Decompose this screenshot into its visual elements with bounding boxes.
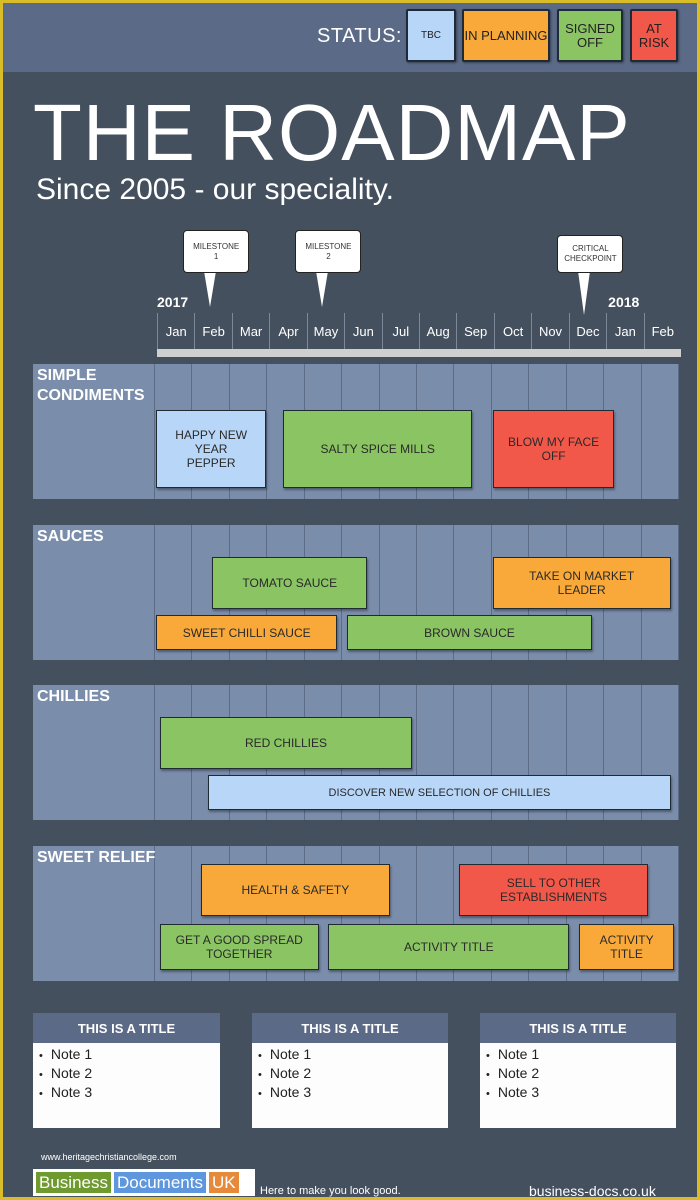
swimlane: SWEET RELIEF HEALTH & SAFETY SELL TO OTHER… bbox=[33, 846, 680, 981]
month-label: Nov bbox=[531, 313, 568, 349]
credit-url: www.heritagechristiancollege.com bbox=[41, 1152, 177, 1162]
page-title: THE ROADMAP bbox=[33, 88, 631, 177]
task-bar[interactable]: HAPPY NEW YEAR PEPPER bbox=[156, 410, 267, 488]
task-bar[interactable]: ACTIVITY TITLE bbox=[328, 924, 570, 970]
page-subtitle: Since 2005 - our speciality. bbox=[36, 173, 394, 206]
note-item: Note 1 bbox=[486, 1046, 670, 1065]
month-label: Aug bbox=[419, 313, 456, 349]
note-item: Note 3 bbox=[258, 1084, 442, 1103]
task-bar[interactable]: ACTIVITY TITLE bbox=[578, 924, 675, 970]
month-header: Jan Feb Mar Apr May Jun Jul Aug Sep Oct Nov Dec Jan F… bbox=[157, 313, 681, 349]
logo-word-uk: UK bbox=[208, 1172, 239, 1193]
milestone-pointer-icon bbox=[316, 271, 329, 307]
month-label: Oct bbox=[493, 313, 531, 349]
month-label: Mar bbox=[231, 313, 269, 349]
note-list: Note 1Note 2Note 3 bbox=[480, 1043, 676, 1106]
timeline-axis-bar bbox=[157, 349, 681, 357]
month-gridline bbox=[678, 364, 680, 499]
task-bar[interactable]: SELL TO OTHER ESTABLISHMENTS bbox=[459, 864, 649, 916]
milestone-callout: CRITICAL CHECKPOINT bbox=[557, 235, 624, 273]
task-bar[interactable]: BROWN SAUCE bbox=[346, 615, 592, 650]
status-legend-bar: STATUS: TBC IN PLANNING SIGNED OFF AT RISK bbox=[3, 3, 697, 72]
task-bar[interactable]: GET A GOOD SPREAD TOGETHER bbox=[159, 924, 319, 970]
status-legend-label: STATUS: bbox=[317, 25, 402, 47]
task-bar[interactable]: TOMATO SAUCE bbox=[212, 557, 368, 609]
milestone-pointer-icon bbox=[578, 271, 591, 315]
swimlane-title: SWEET RELIEF bbox=[37, 849, 156, 866]
note-card-title: THIS IS A TITLE bbox=[480, 1013, 676, 1043]
task-bar[interactable]: TAKE ON MARKET LEADER bbox=[492, 557, 671, 609]
logo-word-documents: Documents bbox=[113, 1172, 206, 1193]
month-gridline bbox=[678, 846, 680, 981]
note-card: THIS IS A TITLENote 1Note 2Note 3 bbox=[33, 1013, 220, 1128]
swimlane: SIMPLE CONDIMENTS HAPPY NEW YEAR PEPPER SA… bbox=[33, 364, 680, 499]
note-item: Note 2 bbox=[486, 1065, 670, 1084]
note-card: THIS IS A TITLENote 1Note 2Note 3 bbox=[252, 1013, 448, 1128]
task-bar[interactable]: HEALTH & SAFETY bbox=[200, 864, 390, 916]
swimlane: SAUCES TOMATO SAUCE TAKE ON MARKET LEADER S… bbox=[33, 525, 680, 660]
month-label: Jul bbox=[381, 313, 419, 349]
month-label: Sep bbox=[456, 313, 493, 349]
note-card-title: THIS IS A TITLE bbox=[252, 1013, 448, 1043]
note-item: Note 2 bbox=[39, 1065, 214, 1084]
note-card: THIS IS A TITLENote 1Note 2Note 3 bbox=[480, 1013, 676, 1128]
month-gridline bbox=[640, 364, 642, 499]
legend-tbc: TBC bbox=[406, 9, 456, 62]
task-bar[interactable]: SALTY SPICE MILLS bbox=[283, 410, 473, 488]
tagline: Here to make you look good. bbox=[260, 1185, 401, 1197]
task-bar[interactable]: DISCOVER NEW SELECTION OF CHILLIES bbox=[208, 775, 671, 810]
note-list: Note 1Note 2Note 3 bbox=[252, 1043, 448, 1106]
legend-signed: SIGNED OFF bbox=[557, 9, 623, 62]
month-label: Feb bbox=[643, 313, 681, 349]
swimlane-title: SIMPLE CONDIMENTS bbox=[37, 367, 145, 404]
milestone-callout: MILESTONE 1 bbox=[183, 230, 250, 273]
legend-risk: AT RISK bbox=[630, 9, 678, 62]
month-gridline bbox=[266, 364, 268, 499]
month-label: Jan bbox=[606, 313, 643, 349]
brand-logo: Business Documents UK bbox=[33, 1169, 255, 1196]
note-item: Note 3 bbox=[39, 1084, 214, 1103]
month-gridline bbox=[678, 685, 680, 820]
month-label: Feb bbox=[194, 313, 231, 349]
logo-word-business: Business bbox=[36, 1172, 111, 1193]
note-item: Note 2 bbox=[258, 1065, 442, 1084]
note-card-title: THIS IS A TITLE bbox=[33, 1013, 220, 1043]
month-label: Apr bbox=[269, 313, 306, 349]
year-label: 2017 bbox=[157, 294, 189, 310]
legend-planning: IN PLANNING bbox=[462, 9, 550, 62]
month-gridline bbox=[678, 525, 680, 660]
month-gridline bbox=[490, 364, 492, 499]
task-bar[interactable]: BLOW MY FACE OFF bbox=[492, 410, 615, 488]
milestone-pointer-icon bbox=[204, 271, 217, 307]
month-label: Jan bbox=[157, 313, 194, 349]
swimlane-title: CHILLIES bbox=[37, 688, 110, 705]
note-item: Note 1 bbox=[39, 1046, 214, 1065]
month-label: Dec bbox=[568, 313, 606, 349]
year-label: 2018 bbox=[608, 294, 640, 310]
month-label: May bbox=[306, 313, 344, 349]
roadmap-canvas: STATUS: TBC IN PLANNING SIGNED OFF AT RISK … bbox=[3, 3, 697, 1199]
task-bar[interactable]: SWEET CHILLI SAUCE bbox=[156, 615, 338, 650]
note-item: Note 3 bbox=[486, 1084, 670, 1103]
milestone-callout: MILESTONE 2 bbox=[295, 230, 362, 273]
swimlane-title: SAUCES bbox=[37, 528, 104, 545]
swimlane: CHILLIES RED CHILLIES DISCOVER NEW SELECTI… bbox=[33, 685, 680, 820]
site-url[interactable]: business-docs.co.uk bbox=[529, 1183, 656, 1199]
note-list: Note 1Note 2Note 3 bbox=[33, 1043, 220, 1106]
task-bar[interactable]: RED CHILLIES bbox=[159, 717, 413, 769]
note-item: Note 1 bbox=[258, 1046, 442, 1065]
month-label: Jun bbox=[344, 313, 381, 349]
